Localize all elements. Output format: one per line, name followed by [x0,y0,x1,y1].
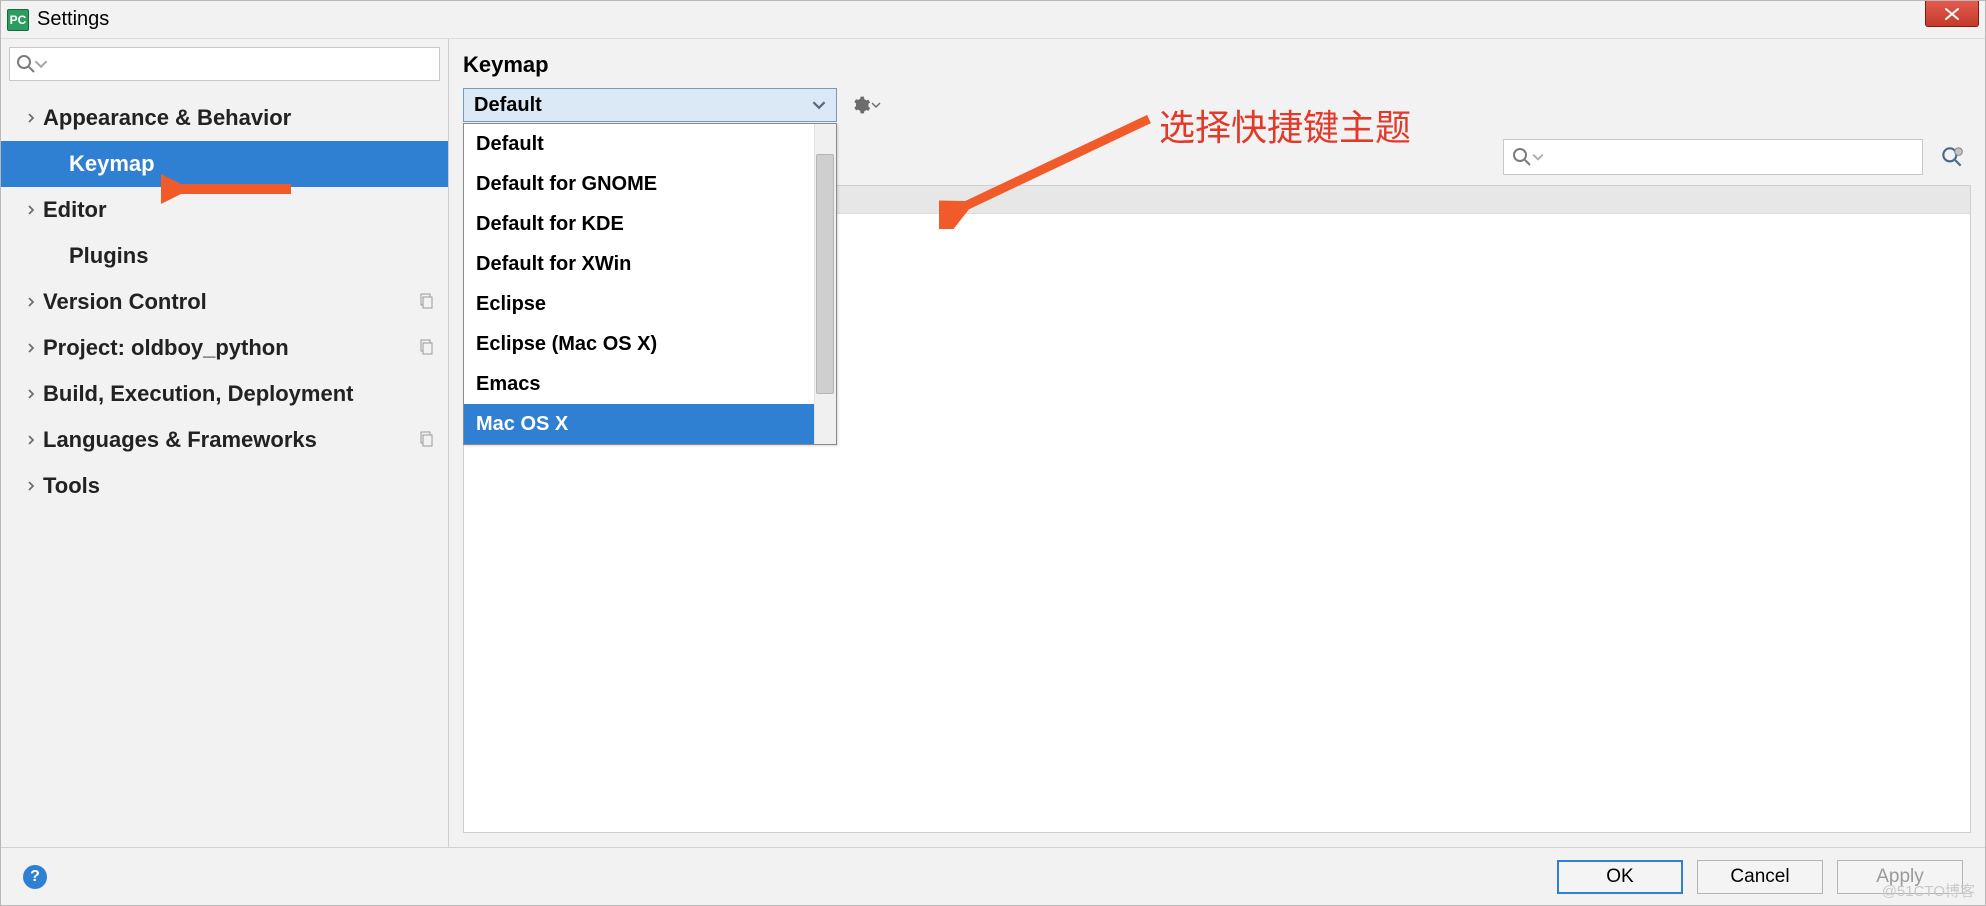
ok-button[interactable]: OK [1557,860,1683,894]
scrollbar-thumb[interactable] [816,154,834,394]
sidebar-item-build-execution-deployment[interactable]: Build, Execution, Deployment [1,371,448,417]
scheme-option[interactable]: Default for KDE [464,204,836,244]
gear-icon [851,95,871,115]
scheme-option[interactable]: Default for GNOME [464,164,836,204]
sidebar-item-label: Tools [43,473,100,499]
breadcrumb: Keymap [449,39,1985,81]
scheme-dropdown: DefaultDefault for GNOMEDefault for KDED… [463,123,837,445]
sidebar-item-plugins[interactable]: Plugins [1,233,448,279]
scheme-option[interactable]: Mac OS X [464,404,836,444]
project-scope-icon [418,335,434,361]
scheme-option[interactable]: Eclipse (Mac OS X) [464,324,836,364]
settings-tree-pane: Appearance & Behavior Keymap Editor Plugins… [1,39,449,847]
keymap-panel: Keymap Default DefaultDefault for GNOMED… [449,39,1985,847]
chevron-down-icon [871,100,881,110]
sidebar-item-label: Plugins [69,243,148,269]
sidebar-item-label: Keymap [69,151,155,177]
titlebar: PC Settings [1,1,1985,39]
cancel-button[interactable]: Cancel [1697,860,1823,894]
chevron-down-icon [1532,151,1544,163]
chevron-down-icon [34,57,48,71]
dropdown-scrollbar[interactable] [814,124,836,444]
scheme-toolbar: Default DefaultDefault for GNOMEDefault … [449,81,1985,129]
actions-filter-input[interactable] [1544,147,1914,168]
sidebar-item-tools[interactable]: Tools [1,463,448,509]
scheme-option[interactable]: Emacs [464,364,836,404]
sidebar-item-version-control[interactable]: Version Control [1,279,448,325]
window-title: Settings [37,8,109,31]
expander-icon [23,294,39,310]
sidebar-item-label: Version Control [43,289,207,315]
project-scope-icon [418,427,434,453]
scheme-option[interactable]: Eclipse [464,284,836,324]
help-button[interactable]: ? [23,865,47,889]
expander-icon [23,386,39,402]
sidebar-item-label: Project: oldboy_python [43,335,289,361]
project-scope-icon [418,289,434,315]
settings-tree: Appearance & Behavior Keymap Editor Plugins… [1,89,448,847]
expander-icon [23,110,39,126]
sidebar-item-label: Build, Execution, Deployment [43,381,353,407]
expander-icon [23,340,39,356]
sidebar-item-appearance-behavior[interactable]: Appearance & Behavior [1,95,448,141]
expander-icon [23,202,39,218]
dialog-body: Appearance & Behavior Keymap Editor Plugins… [1,39,1985,847]
sidebar-item-languages-frameworks[interactable]: Languages & Frameworks [1,417,448,463]
actions-filter[interactable] [1503,139,1923,175]
search-icon [1512,147,1532,167]
sidebar-item-label: Languages & Frameworks [43,427,317,453]
scheme-option[interactable]: Default for XWin [464,244,836,284]
scheme-actions-button[interactable] [851,95,881,115]
scheme-selected-label: Default [474,94,542,117]
scheme-option[interactable]: Default [464,124,836,164]
sidebar-item-label: Appearance & Behavior [43,105,291,131]
breadcrumb-label: Keymap [463,52,549,78]
sidebar-item-editor[interactable]: Editor [1,187,448,233]
sidebar-item-keymap[interactable]: Keymap [1,141,448,187]
find-by-shortcut-button[interactable] [1937,142,1967,172]
apply-button: Apply [1837,860,1963,894]
dialog-buttons: ? OK Cancel Apply [1,847,1985,905]
find-shortcut-icon [1939,144,1965,170]
settings-search[interactable] [9,47,440,81]
app-icon: PC [7,9,29,31]
search-icon [16,54,36,74]
chevron-down-icon [812,98,826,112]
keymap-scheme-combo[interactable]: Default [463,88,837,122]
sidebar-item-project-oldboy-python[interactable]: Project: oldboy_python [1,325,448,371]
expander-icon [23,478,39,494]
expander-icon [23,432,39,448]
close-button[interactable] [1925,1,1979,27]
settings-search-input[interactable] [52,54,433,75]
sidebar-item-label: Editor [43,197,107,223]
settings-window: PC Settings Appearance & Behavior Keymap E… [0,0,1986,906]
close-icon [1944,8,1960,20]
